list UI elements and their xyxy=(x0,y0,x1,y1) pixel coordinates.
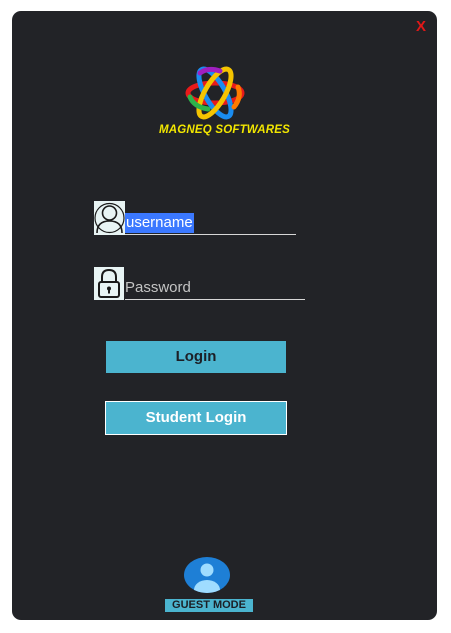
username-input[interactable]: username xyxy=(125,212,296,235)
user-icon xyxy=(94,201,125,235)
close-button[interactable]: X xyxy=(413,18,429,36)
guest-mode-button[interactable]: GUEST MODE xyxy=(165,599,253,612)
brand-name: MAGNEQ SOFTWARES xyxy=(159,124,290,136)
student-login-button[interactable]: Student Login xyxy=(105,401,287,435)
lock-icon xyxy=(94,267,124,300)
password-input[interactable]: Password xyxy=(125,277,305,300)
login-button[interactable]: Login xyxy=(106,341,286,373)
username-value: username xyxy=(125,213,194,233)
login-window: X MAGNEQ SOFTWARES username Password Log… xyxy=(12,11,437,620)
guest-avatar-icon[interactable] xyxy=(184,557,230,593)
magneq-logo-icon xyxy=(182,63,248,123)
